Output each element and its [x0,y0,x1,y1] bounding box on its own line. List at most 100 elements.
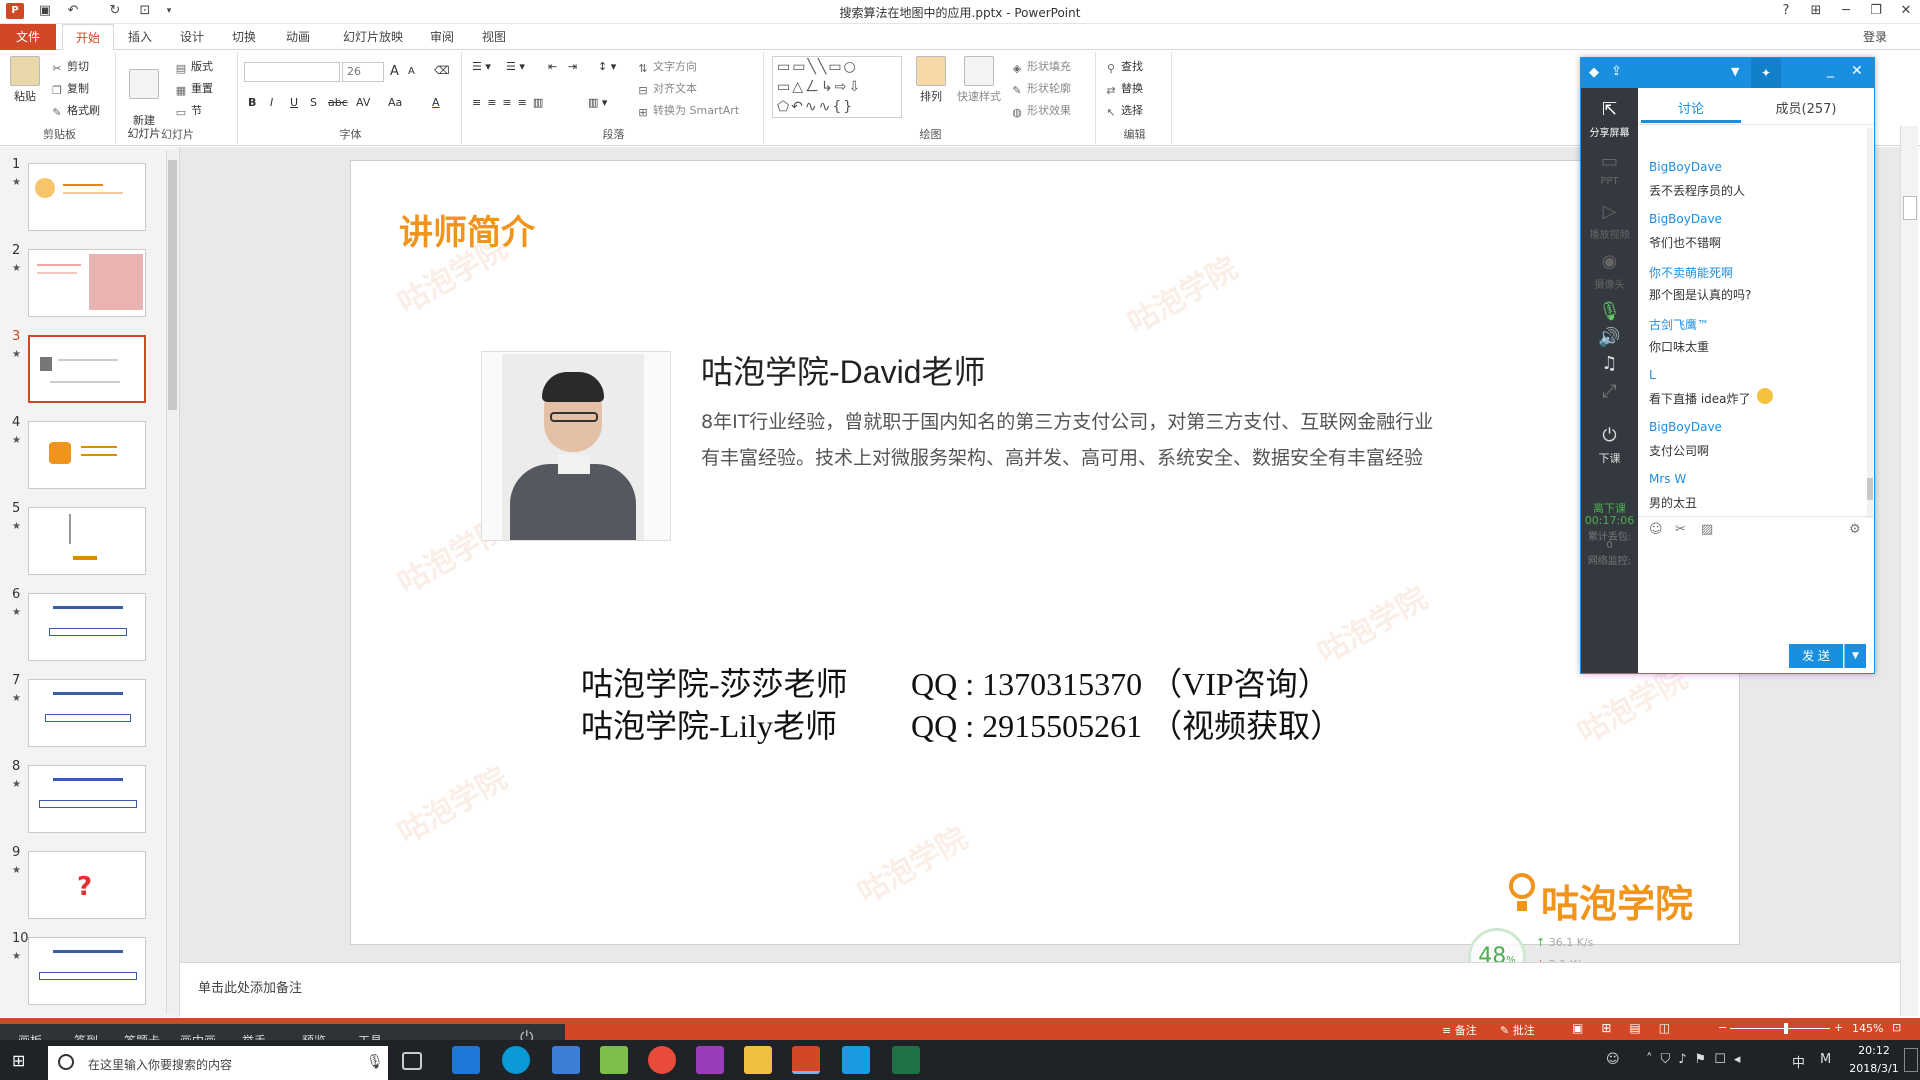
slide-thumb-6[interactable] [28,593,146,661]
shape-outline-button[interactable]: ✎ 形状轮廓 [1010,80,1071,97]
help-button[interactable]: ? [1772,2,1800,20]
people-icon[interactable]: ☺ [1606,1052,1620,1067]
close-button[interactable]: ✕ [1892,2,1920,20]
camera-button[interactable]: ◉ 摄像头 [1581,250,1638,291]
tab-animations[interactable]: 动画 [276,24,320,50]
slide-thumb-10[interactable] [28,937,146,1005]
chat-username[interactable]: BigBoyDave [1649,212,1722,226]
shapes-gallery[interactable]: ▭▭╲╲▭○ ▭△ㄥ↳⇨⇩ ⬠↶∿∿{} [772,56,902,118]
italic-button[interactable]: I [270,96,273,109]
chat-username[interactable]: BigBoyDave [1649,420,1722,434]
login-link[interactable]: 登录 [1850,24,1900,50]
chat-username[interactable]: Mrs W [1649,472,1686,486]
shape-fill-button[interactable]: ◈ 形状填充 [1010,58,1071,75]
section-button[interactable]: ▭ 节 [174,102,202,119]
music-button[interactable]: ♫ [1581,352,1638,378]
select-button[interactable]: ↖ 选择 [1104,102,1143,119]
reset-button[interactable]: ▦ 重置 [174,80,213,97]
qq-browser-icon[interactable] [502,1046,530,1074]
send-button[interactable]: 发 送 [1789,644,1843,668]
ime-indicator[interactable]: 中 [1792,1052,1805,1071]
current-slide[interactable]: 咕泡学院 咕泡学院 咕泡学院 咕泡学院 咕泡学院 咕泡学院 咕泡学院 讲师简介 … [350,160,1740,945]
panel-minimize-button[interactable]: _ [1827,62,1834,78]
ime-mode-icon[interactable]: M [1820,1052,1831,1067]
slide-thumb-1[interactable] [28,163,146,231]
font-size-box[interactable]: 26 [342,62,384,82]
minimize-button[interactable]: ─ [1832,2,1860,20]
tab-transitions[interactable]: 切换 [222,24,266,50]
line-spacing-icon[interactable]: ↕ ▾ [598,60,616,73]
quick-styles-button[interactable]: 快速样式 [954,56,1004,104]
clear-format-icon[interactable]: ⌫ [434,64,450,77]
task-view-icon[interactable] [402,1052,422,1070]
zoom-out-button[interactable]: − [1718,1021,1727,1034]
scrollbar-thumb[interactable] [1903,196,1917,220]
end-class-button[interactable]: ⏻ 下课 [1581,424,1638,466]
find-button[interactable]: ⚲ 查找 [1104,58,1143,75]
bullets-icon[interactable]: ☰ ▾ [472,60,491,73]
shrink-font-button[interactable]: A [408,66,415,77]
arrange-button[interactable]: 排列 [914,56,948,104]
notes-toggle[interactable]: ≡ 备注 [1442,1022,1477,1038]
tab-design[interactable]: 设计 [170,24,214,50]
font-color-button[interactable]: A [432,96,440,109]
tab-insert[interactable]: 插入 [118,24,162,50]
slide-thumb-9[interactable]: ? [28,851,146,919]
align-text-button[interactable]: ⊟ 对齐文本 [636,80,697,97]
speaker-button[interactable]: 🔊 [1581,326,1638,352]
share-screen-button[interactable]: ⇱ 分享屏幕 [1581,98,1638,139]
send-options-icon[interactable]: ▼ [1844,644,1866,668]
align-buttons[interactable]: ≡≡≡≡▥ [472,96,549,109]
chat-username[interactable]: L [1649,368,1656,382]
chat-username[interactable]: 古剑飞鹰™ [1649,316,1709,333]
thumbnail-scrollbar[interactable] [166,150,178,1014]
pin-icon[interactable]: ✦ [1751,58,1781,88]
smartart-button[interactable]: ⊞ 转换为 SmartArt [636,102,739,119]
panel-close-button[interactable]: ✕ [1851,63,1863,79]
file-explorer-icon[interactable] [744,1046,772,1074]
bold-button[interactable]: B [248,96,256,109]
clock-time[interactable]: 20:12 [1846,1044,1902,1057]
shape-effects-button[interactable]: ◍ 形状效果 [1010,102,1071,119]
chat-username[interactable]: BigBoyDave [1649,160,1722,174]
zoom-level[interactable]: 145% [1852,1022,1883,1035]
tab-review[interactable]: 审阅 [420,24,464,50]
replace-button[interactable]: ⇄ 替换 [1104,80,1143,97]
underline-button[interactable]: U [290,96,298,109]
comments-toggle[interactable]: ✎ 批注 [1500,1022,1535,1038]
slide-thumb-4[interactable] [28,421,146,489]
share-out-icon[interactable]: ⇪ [1611,64,1622,79]
chat-scrollbar[interactable] [1867,128,1873,518]
play-video-button[interactable]: ▷ 播放视频 [1581,200,1638,241]
tab-file[interactable]: 文件 [0,24,56,50]
chat-input[interactable] [1638,542,1868,632]
excel-icon[interactable] [892,1046,920,1074]
slide-thumb-2[interactable] [28,249,146,317]
font-name-box[interactable] [244,62,340,82]
change-case-button[interactable]: Aa [388,96,402,109]
microphone-icon[interactable]: 🎙 [366,1054,384,1070]
zoom-slider[interactable] [1730,1028,1830,1029]
scrollbar-thumb[interactable] [168,160,177,410]
zoom-slider-handle[interactable] [1784,1023,1788,1034]
classroom-app-icon[interactable] [842,1046,870,1074]
mic-button[interactable]: 🎙 [1581,300,1638,326]
image-icon[interactable]: ▨ [1701,522,1713,537]
tab-home[interactable]: 开始 [62,24,114,51]
slide-scrollbar[interactable] [1900,126,1918,1016]
view-buttons[interactable]: ▣⊞▤◫ [1572,1021,1688,1035]
maximize-button[interactable]: ❐ [1862,2,1890,20]
text-direction-button[interactable]: ⇅ 文字方向 [636,58,697,75]
clock-date[interactable]: 2018/3/1 [1846,1062,1902,1075]
cut-button[interactable]: ✂ 剪切 [50,58,89,75]
numbering-icon[interactable]: ☰ ▾ [506,60,525,73]
copy-button[interactable]: ❐ 复制 [50,80,89,97]
columns-icon[interactable]: ▥ ▾ [588,96,607,109]
char-spacing-button[interactable]: AV [356,96,370,109]
tab-slideshow[interactable]: 幻灯片放映 [334,24,412,50]
paste-button[interactable]: 粘贴 [10,56,40,104]
tab-discussion[interactable]: 讨论 [1641,98,1741,117]
slide-thumb-5[interactable] [28,507,146,575]
notification-icon[interactable] [1904,1048,1918,1072]
dropdown-icon[interactable]: ▼ [1731,65,1739,78]
